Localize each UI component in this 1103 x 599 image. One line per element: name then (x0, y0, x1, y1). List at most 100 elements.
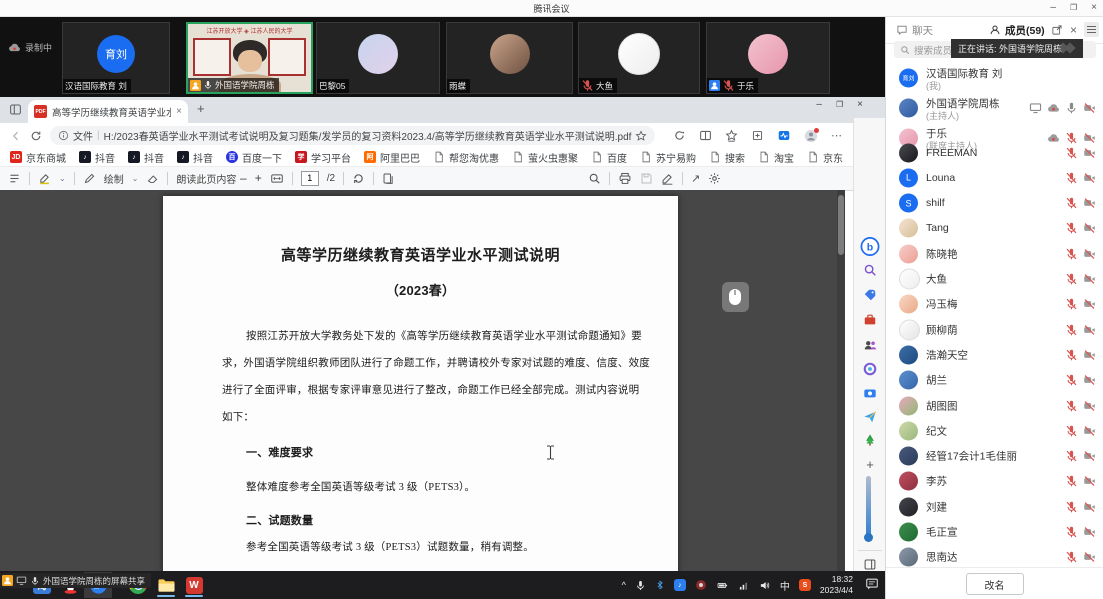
pdf-search-icon[interactable] (588, 172, 601, 185)
designer-icon[interactable] (863, 362, 877, 376)
expand-icon[interactable]: ↗ (691, 172, 700, 185)
member-row[interactable]: 浩瀚天空 (886, 342, 1103, 367)
draw-label[interactable]: 绘制 (104, 171, 124, 186)
favorite-item[interactable]: 苏宁易购 (640, 150, 696, 165)
tab-close-icon[interactable]: × (176, 106, 182, 117)
browser-restore-button[interactable]: ❐ (836, 101, 843, 109)
member-row[interactable]: 胡图图 (886, 393, 1103, 418)
profile-avatar[interactable] (804, 129, 818, 143)
member-row[interactable]: 毛正宣 (886, 520, 1103, 545)
fit-width-icon[interactable] (270, 172, 284, 185)
favorite-item[interactable]: ♪抖音 (128, 150, 164, 165)
rename-button[interactable]: 改名 (966, 573, 1024, 595)
member-row[interactable]: 经管17会计1毛佳丽 (886, 444, 1103, 469)
taskbar-explorer[interactable] (152, 572, 180, 598)
rotate-icon[interactable] (352, 172, 365, 185)
collections-icon[interactable] (751, 129, 764, 142)
member-row[interactable]: FREEMAN (886, 140, 1103, 165)
zoom-in-icon[interactable]: + (255, 171, 262, 185)
panel-menu-icon[interactable] (1084, 22, 1099, 37)
ime-indicator[interactable]: 中 (780, 578, 790, 593)
drop-icon[interactable] (863, 410, 877, 424)
favorite-item[interactable]: 百百度一下 (226, 150, 282, 165)
browser-tab[interactable]: PDF 高等学历继续教育英语学业水平... × (28, 100, 188, 123)
annotate-icon[interactable] (661, 172, 674, 185)
back-icon[interactable] (10, 130, 22, 142)
video-thumbnail[interactable]: 江苏开放大学 ◈ 江苏人民的大学外国语学院周栋 (186, 22, 313, 94)
print-icon[interactable] (618, 172, 632, 185)
member-row[interactable]: 思南达 (886, 545, 1103, 568)
meeting-maximize-button[interactable]: ❐ (1070, 4, 1077, 12)
page-number-input[interactable] (301, 171, 319, 186)
video-thumbnail[interactable]: 于乐 (706, 22, 830, 94)
draw-icon[interactable] (83, 172, 96, 185)
panel-close-icon[interactable]: × (1070, 23, 1077, 37)
browser-menu-icon[interactable]: ⋯ (831, 129, 843, 142)
video-thumbnail[interactable]: 育刘汉语国际教育 刘 (62, 22, 170, 94)
member-list[interactable]: 育刘汉语国际教育 刘(我)外国语学院周栋(主持人)于乐(联席主持人)FREEMA… (886, 63, 1103, 568)
toc-icon[interactable] (8, 172, 21, 185)
video-thumbnail[interactable]: 巴黎05 (316, 22, 440, 94)
eraser-icon[interactable] (146, 172, 159, 185)
favorite-item[interactable]: 百度 (591, 150, 627, 165)
member-row[interactable]: LLouna (886, 165, 1103, 190)
info-icon[interactable] (58, 130, 69, 141)
pdf-viewer[interactable]: 高等学历继续教育英语学业水平测试说明 （2023春） 按照江苏开放大学教务处下发… (0, 190, 845, 585)
meeting-close-button[interactable]: × (1091, 3, 1097, 13)
favorite-item[interactable]: JD京东商城 (10, 150, 66, 165)
favorite-item[interactable]: 帮您淘优惠 (433, 150, 499, 165)
bing-chat-icon[interactable]: b (860, 236, 881, 257)
tab-chat[interactable]: 聊天 (896, 17, 933, 43)
new-tab-button[interactable]: + (197, 101, 205, 116)
member-row[interactable]: 刘建 (886, 494, 1103, 519)
search-icon[interactable] (863, 263, 877, 277)
sidebar-panel-icon[interactable] (864, 558, 877, 571)
add-icon[interactable]: + (866, 457, 874, 472)
pdf-settings-icon[interactable] (708, 172, 721, 185)
system-tray[interactable]: ^♪中S18:322023/4/4 (622, 571, 853, 599)
member-row[interactable]: 胡兰 (886, 368, 1103, 393)
browser-essentials-icon[interactable] (777, 129, 791, 142)
refresh-icon[interactable] (30, 130, 42, 142)
favorite-item[interactable]: 萤火虫惠聚 (512, 150, 578, 165)
meeting-minimize-button[interactable]: – (1050, 3, 1056, 13)
shopping-icon[interactable] (863, 288, 877, 302)
member-row[interactable]: 李苏 (886, 469, 1103, 494)
favorite-star-icon[interactable] (635, 130, 647, 142)
zoom-out-icon[interactable]: – (240, 171, 247, 185)
favorite-item[interactable]: 京东 (807, 150, 843, 165)
member-row[interactable]: 外国语学院周栋(主持人) (886, 93, 1103, 123)
member-row[interactable]: 纪文 (886, 418, 1103, 443)
address-bar[interactable]: 文件 | H:/2023春英语学业水平测试考试说明及复习题集/发学员的复习资料2… (50, 126, 655, 145)
sidebar-slider[interactable] (866, 476, 871, 538)
screenshot-icon[interactable] (863, 386, 877, 400)
page-view-icon[interactable] (382, 172, 395, 185)
pdf-scrollbar[interactable] (837, 190, 845, 585)
browser-close-button[interactable]: × (857, 100, 863, 110)
taskbar-wps[interactable]: W (180, 572, 208, 598)
video-thumbnail[interactable]: 大鱼 (578, 22, 700, 94)
tab-workspaces-icon[interactable] (9, 103, 22, 116)
highlighter-icon[interactable] (38, 172, 51, 185)
toolbox-icon[interactable] (863, 313, 877, 327)
member-row[interactable]: 大鱼 (886, 267, 1103, 292)
video-thumbnail[interactable]: 雨蝶 (446, 22, 573, 94)
favorite-item[interactable]: ♪抖音 (79, 150, 115, 165)
member-row[interactable]: 冯玉梅 (886, 292, 1103, 317)
member-row[interactable]: 育刘汉语国际教育 刘(我) (886, 63, 1103, 93)
browser-minimize-button[interactable]: – (816, 100, 822, 110)
member-row[interactable]: Sshilf (886, 191, 1103, 216)
favorite-item[interactable]: 搜索 (709, 150, 745, 165)
save-icon[interactable] (640, 172, 653, 185)
highlighter-dropdown-icon[interactable]: ⌄ (59, 174, 66, 183)
people-icon[interactable] (863, 338, 877, 352)
favorite-item[interactable]: 学学习平台 (295, 150, 351, 165)
member-row[interactable]: Tang (886, 216, 1103, 241)
favorite-item[interactable]: ♪抖音 (177, 150, 213, 165)
taskbar-clock[interactable]: 18:322023/4/4 (820, 574, 853, 595)
tree-icon[interactable] (863, 433, 877, 447)
read-aloud-icon[interactable] (673, 129, 686, 142)
favorites-icon[interactable] (725, 129, 738, 142)
split-screen-icon[interactable] (699, 129, 712, 142)
popout-icon[interactable] (1051, 24, 1063, 36)
